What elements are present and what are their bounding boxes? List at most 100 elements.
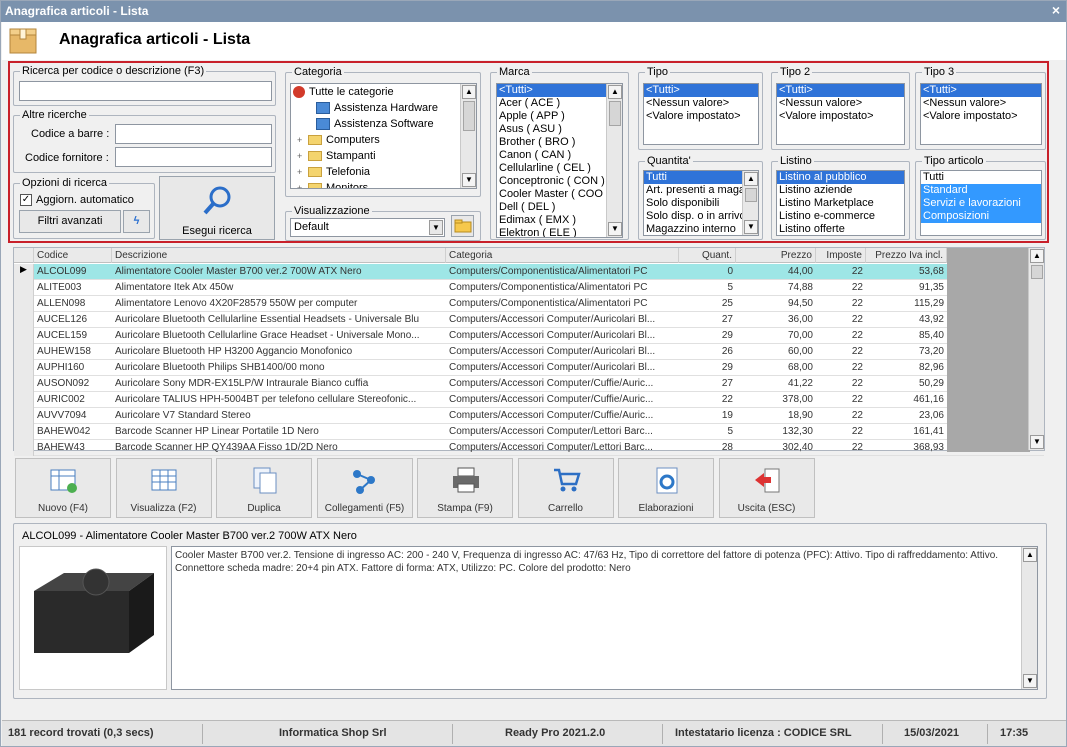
list-item[interactable]: Listino al pubblico	[777, 171, 904, 184]
list-item[interactable]: Magazzino interno	[644, 223, 758, 235]
tree-item[interactable]: Assistenza Hardware	[293, 100, 476, 116]
scroll-down-icon[interactable]: ▼	[1030, 435, 1044, 449]
table-row[interactable]: ALITE003 Alimentatore Itek Atx 450w Comput…	[14, 280, 1044, 296]
toolbar-button[interactable]: Collegamenti (F5)	[316, 458, 413, 518]
list-item[interactable]: Composizioni	[921, 210, 1041, 223]
list-item[interactable]: Listino Marketplace	[777, 197, 904, 210]
table-row[interactable]: BAHEW042 Barcode Scanner HP Linear Portat…	[14, 424, 1044, 440]
list-item[interactable]: <Tutti>	[921, 84, 1041, 97]
list-item[interactable]: Solo disp. o in arrivo	[644, 210, 758, 223]
scroll-down-icon[interactable]: ▼	[1023, 674, 1037, 688]
scroll-down-icon[interactable]: ▼	[744, 220, 758, 234]
list-item[interactable]: <Nessun valore>	[777, 97, 904, 110]
table-row[interactable]: ▶ ALCOL099 Alimentatore Cooler Master B700…	[14, 264, 1044, 280]
brand-list[interactable]: ▲ ▼ <Tutti> Acer ( ACE ) Apple ( APP ) Asus…	[496, 83, 623, 238]
list-item[interactable]: Tutti	[921, 171, 1041, 184]
list-item[interactable]: <Tutti>	[777, 84, 904, 97]
list-item[interactable]: <Tutti>	[497, 84, 622, 97]
list-item[interactable]: Acer ( ACE )	[497, 97, 622, 110]
column-header[interactable]: Codice	[34, 248, 112, 263]
toolbar-button[interactable]: Nuovo (F4)	[15, 458, 111, 518]
table-row[interactable]: AUSON092 Auricolare Sony MDR-EX15LP/W Int…	[14, 376, 1044, 392]
table-row[interactable]: AUCEL126 Auricolare Bluetooth Cellularlin…	[14, 312, 1044, 328]
auto-update-checkbox[interactable]: ✓	[20, 194, 32, 206]
scroll-down-icon[interactable]: ▼	[608, 222, 622, 236]
list-item[interactable]: Canon ( CAN )	[497, 149, 622, 162]
list-item[interactable]: Asus ( ASU )	[497, 123, 622, 136]
brand-scrollbar[interactable]: ▲ ▼	[606, 84, 622, 237]
toolbar-button[interactable]: Carrello	[517, 458, 614, 518]
list-item[interactable]: <Nessun valore>	[644, 97, 758, 110]
type-list[interactable]: <Tutti> <Nessun valore> <Valore impostato>	[643, 83, 759, 145]
folder-open-button[interactable]	[451, 215, 474, 237]
type3-list[interactable]: <Tutti> <Nessun valore> <Valore impostato>	[920, 83, 1042, 145]
list-item[interactable]: Listino e-commerce	[777, 210, 904, 223]
list-item[interactable]: Servizi e lavorazioni	[921, 197, 1041, 210]
expand-icon[interactable]: +	[297, 132, 305, 148]
column-header[interactable]: Imposte	[816, 248, 866, 263]
list-item[interactable]: <Valore impostato>	[777, 110, 904, 123]
table-row[interactable]: AUHEW158 Auricolare Bluetooth HP H3200 Ag…	[14, 344, 1044, 360]
detail-description[interactable]: Cooler Master B700 ver.2. Tensione di in…	[171, 546, 1038, 690]
column-header[interactable]: Quant.	[679, 248, 736, 263]
grid-scrollbar[interactable]: ▲ ▼	[1028, 248, 1044, 450]
article-type-list[interactable]: Tutti Standard Servizi e lavorazioni Compos…	[920, 170, 1042, 236]
scroll-thumb[interactable]	[1031, 265, 1043, 279]
category-tree[interactable]: Tutte le categorie Assistenza Hardware Ass…	[290, 83, 477, 189]
scroll-thumb[interactable]	[745, 188, 757, 202]
scroll-up-icon[interactable]: ▲	[744, 172, 758, 186]
quantity-scrollbar[interactable]: ▲ ▼	[742, 171, 758, 235]
list-item[interactable]: <Valore impostato>	[644, 110, 758, 123]
toolbar-button[interactable]: Uscita (ESC)	[718, 458, 815, 518]
barcode-input[interactable]	[115, 124, 272, 144]
list-item[interactable]: Tutti	[644, 171, 758, 184]
table-row[interactable]: BAHEW43 Barcode Scanner HP QY439AA Fisso …	[14, 440, 1044, 456]
list-item[interactable]: Dell ( DEL )	[497, 201, 622, 214]
advanced-filters-button[interactable]: Filtri avanzati	[19, 210, 121, 233]
table-row[interactable]: AUPHI160 Auricolare Bluetooth Philips SHB…	[14, 360, 1044, 376]
list-item[interactable]: Brother ( BRO )	[497, 136, 622, 149]
expand-icon[interactable]: +	[297, 164, 305, 180]
list-item[interactable]: Standard	[921, 184, 1041, 197]
scroll-up-icon[interactable]: ▲	[462, 85, 476, 99]
quantity-list[interactable]: ▲ ▼ Tutti Art. presenti a maga Solo dispon…	[643, 170, 759, 236]
scroll-thumb[interactable]	[609, 101, 621, 126]
table-row[interactable]: AUVV7094 Auricolare V7 Standard Stereo Com…	[14, 408, 1044, 424]
scroll-down-icon[interactable]: ▼	[462, 173, 476, 187]
scroll-up-icon[interactable]: ▲	[608, 85, 622, 99]
table-row[interactable]: AURIC002 Auricolare TALIUS HPH-5004BT per…	[14, 392, 1044, 408]
list-item[interactable]: Edimax ( EMX )	[497, 214, 622, 227]
toolbar-button[interactable]: Visualizza (F2)	[115, 458, 212, 518]
list-item[interactable]: Solo disponibili	[644, 197, 758, 210]
table-row[interactable]: ALLEN098 Alimentatore Lenovo 4X20F28579 5…	[14, 296, 1044, 312]
list-item[interactable]: Listino aziende	[777, 184, 904, 197]
tree-item[interactable]: Assistenza Software	[293, 116, 476, 132]
type2-list[interactable]: <Tutti> <Nessun valore> <Valore impostato>	[776, 83, 905, 145]
search-input[interactable]	[19, 81, 272, 101]
list-item[interactable]: Elektron ( ELE )	[497, 227, 622, 237]
view-select[interactable]: Default ▼	[290, 218, 445, 237]
tree-item[interactable]: + Computers	[293, 132, 476, 148]
column-header[interactable]: Prezzo	[736, 248, 816, 263]
scroll-up-icon[interactable]: ▲	[1023, 548, 1037, 562]
list-item[interactable]: Cellularline ( CEL )	[497, 162, 622, 175]
list-item[interactable]: Apple ( APP )	[497, 110, 622, 123]
tree-item[interactable]: + Stampanti	[293, 148, 476, 164]
scroll-thumb[interactable]	[463, 101, 475, 131]
list-item[interactable]: <Valore impostato>	[921, 110, 1041, 123]
list-item[interactable]: Cooler Master ( COO )	[497, 188, 622, 201]
execute-search-button[interactable]: Esegui ricerca	[159, 176, 275, 240]
table-row[interactable]: AUCEL159 Auricolare Bluetooth Cellularlin…	[14, 328, 1044, 344]
tree-item[interactable]: Tutte le categorie	[293, 84, 476, 100]
close-icon[interactable]: ×	[1052, 2, 1060, 18]
list-item[interactable]: Listino offerte	[777, 223, 904, 235]
list-item[interactable]: <Nessun valore>	[921, 97, 1041, 110]
column-header[interactable]: Categoria	[446, 248, 679, 263]
expand-icon[interactable]: +	[297, 180, 305, 188]
detail-scrollbar[interactable]: ▲ ▼	[1021, 547, 1037, 689]
list-item[interactable]: Art. presenti a maga	[644, 184, 758, 197]
list-item[interactable]: Conceptronic ( CON )	[497, 175, 622, 188]
expand-icon[interactable]: +	[297, 148, 305, 164]
chevron-down-icon[interactable]: ▼	[429, 220, 443, 235]
toolbar-button[interactable]: Duplica	[216, 458, 312, 518]
